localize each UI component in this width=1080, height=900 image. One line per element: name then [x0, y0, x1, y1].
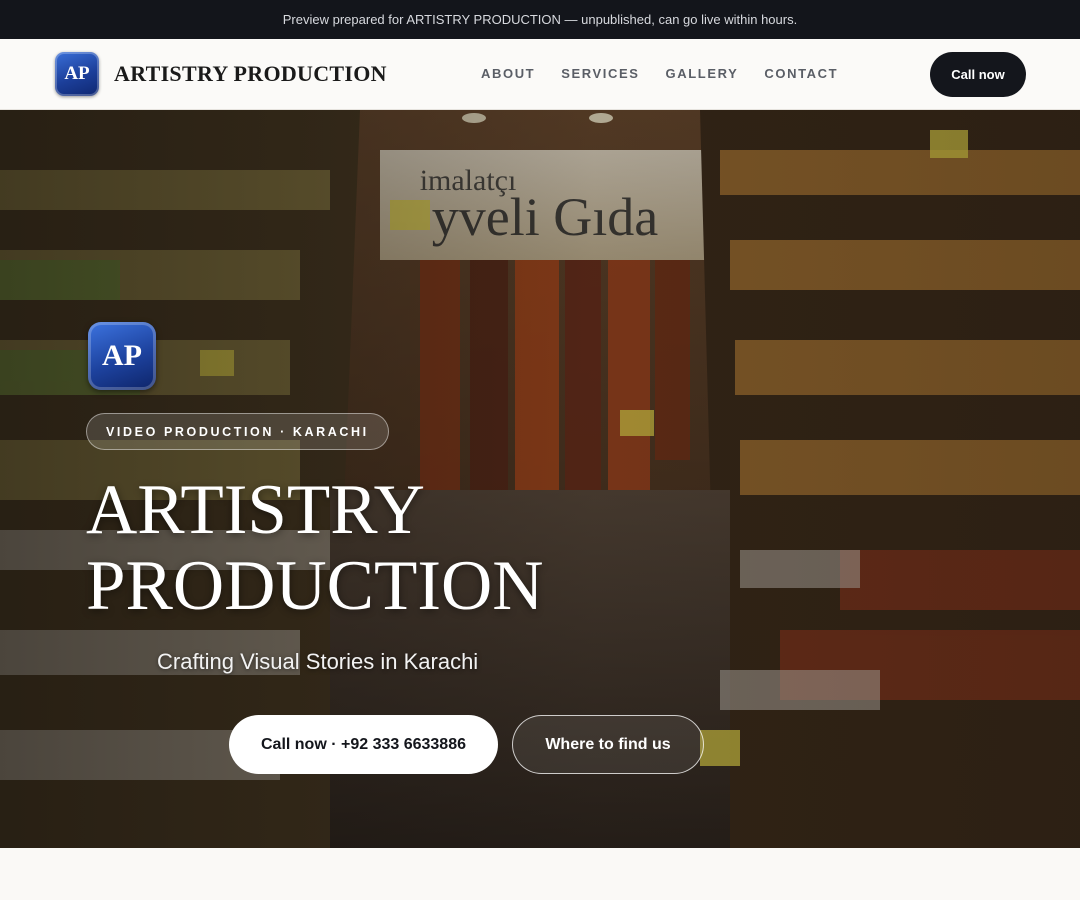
main-nav: ABOUT SERVICES GALLERY CONTACT: [481, 66, 864, 81]
brand-name[interactable]: ARTISTRY PRODUCTION: [114, 61, 387, 87]
preview-banner: Preview prepared for ARTISTRY PRODUCTION…: [0, 0, 1080, 39]
nav-link-about[interactable]: ABOUT: [481, 66, 535, 81]
hero-category-pill: VIDEO PRODUCTION · KARACHI: [86, 413, 389, 450]
nav-link-gallery[interactable]: GALLERY: [666, 66, 739, 81]
preview-banner-text: Preview prepared for ARTISTRY PRODUCTION…: [282, 12, 798, 27]
hero-title-line1: ARTISTRY: [86, 471, 425, 549]
nav-link-contact[interactable]: CONTACT: [764, 66, 838, 81]
hero-call-button[interactable]: Call now · +92 333 6633886: [229, 715, 498, 774]
header-call-button[interactable]: Call now: [930, 52, 1026, 97]
logo-badge-icon[interactable]: AP: [55, 52, 99, 96]
site-header: AP ARTISTRY PRODUCTION ABOUT SERVICES GA…: [0, 39, 1080, 110]
hero-section: yveli Gıda imalatçı: [0, 110, 1080, 848]
logo-badge-text: AP: [64, 63, 90, 84]
hero-title-line2: PRODUCTION: [86, 547, 544, 625]
hero-logo-text: AP: [102, 339, 142, 372]
hero-subtitle: Crafting Visual Stories in Karachi: [157, 649, 479, 674]
nav-link-services[interactable]: SERVICES: [561, 66, 639, 81]
hero-location-button[interactable]: Where to find us: [512, 715, 704, 774]
hero-logo-badge-icon: AP: [88, 322, 156, 390]
hero-title: ARTISTRY PRODUCTION: [86, 472, 786, 624]
